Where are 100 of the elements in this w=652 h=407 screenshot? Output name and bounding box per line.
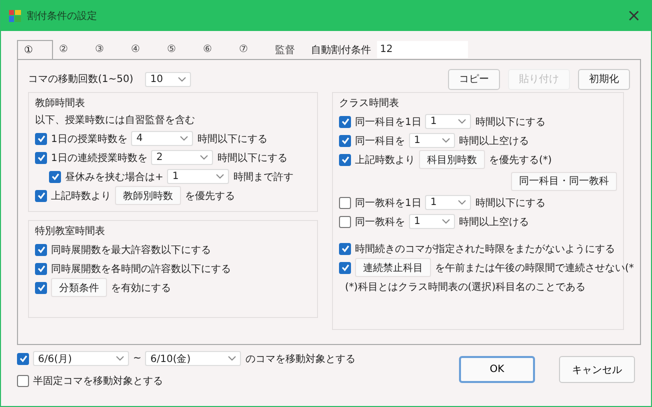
edit-button[interactable]: 初期化 — [578, 68, 630, 90]
option-label: 時間以下にする — [475, 116, 546, 128]
checkbox[interactable] — [339, 196, 351, 208]
option-label: 半固定コマを移動対象とする — [33, 374, 163, 388]
check-icon — [340, 136, 350, 145]
check-icon — [36, 283, 46, 292]
chevron-down-icon — [458, 119, 466, 124]
chevron-down-icon — [228, 356, 236, 361]
option-label: 昼休みを挟む場合は+ — [65, 170, 164, 184]
field-label: コマの移動回数(1~50) — [28, 73, 134, 86]
option-label: 時間まで許す — [233, 170, 294, 184]
dropdown[interactable]: 1 — [425, 195, 472, 210]
chevron-down-icon — [216, 174, 224, 179]
option-label: 上記時数より — [51, 190, 111, 202]
check-icon — [36, 264, 46, 273]
option-label: 同一科目を — [355, 134, 405, 148]
setting-button[interactable]: 同一科目・同一教科 — [511, 172, 617, 190]
chevron-down-icon — [458, 200, 466, 205]
option-label: を午前または午後の時限間で連続させない(* — [435, 262, 634, 274]
option-label: 1日の連続授業時数を — [51, 152, 148, 164]
check-icon — [340, 263, 350, 272]
checkbox[interactable] — [17, 374, 29, 386]
tab[interactable]: ② — [53, 40, 89, 59]
checkbox[interactable] — [339, 116, 351, 128]
dropdown[interactable]: 4 — [131, 131, 194, 146]
checkbox[interactable] — [339, 216, 351, 228]
setting-button[interactable]: 分類条件 — [51, 278, 107, 297]
field-label: 自動割付条件 — [311, 44, 371, 56]
checkbox[interactable] — [35, 262, 47, 274]
chevron-down-icon — [178, 76, 186, 82]
option-label: 1日の授業時数を — [51, 132, 128, 146]
check-icon — [340, 244, 350, 253]
tab[interactable]: ⑥ — [197, 40, 233, 59]
option-label: 同一教科を1日 — [355, 196, 422, 210]
setting-button[interactable]: 教師別時数 — [115, 186, 181, 205]
check-icon — [36, 134, 46, 143]
option-label: 時間以上空ける — [459, 216, 529, 228]
checkbox[interactable] — [35, 132, 47, 144]
check-icon — [340, 117, 350, 126]
checkbox[interactable] — [35, 282, 47, 294]
checkbox[interactable] — [339, 134, 351, 146]
tab[interactable]: ⑦ — [233, 40, 269, 59]
checkbox[interactable] — [339, 242, 351, 254]
cancel-button[interactable]: キャンセル — [559, 356, 635, 383]
option-label: 時間続きのコマが指定された時限をまたがないようにする — [355, 242, 615, 256]
tab[interactable]: ① — [17, 40, 53, 59]
checkbox[interactable] — [35, 190, 47, 202]
group-note: 以下、授業時数には自習監督を含む — [35, 114, 196, 128]
check-icon — [50, 172, 60, 181]
option-label: 時間以下にする — [475, 196, 546, 210]
chevron-down-icon — [200, 155, 208, 160]
group-title: 特別教室時間表 — [35, 224, 106, 239]
dropdown[interactable]: 6/10(金) — [145, 351, 242, 366]
dropdown[interactable]: 6/6(月) — [33, 351, 129, 366]
checkbox[interactable] — [339, 262, 351, 274]
checkbox[interactable] — [17, 352, 29, 364]
option-label: 同時展開数を最大許容数以下にする — [51, 244, 211, 256]
dropdown[interactable]: 1 — [409, 214, 455, 229]
dropdown[interactable]: 2 — [151, 150, 214, 165]
check-icon — [36, 245, 46, 254]
dropdown[interactable]: 1 — [409, 133, 455, 148]
group-title: 教師時間表 — [35, 96, 86, 111]
value-field[interactable]: 12 — [377, 41, 468, 58]
check-icon — [36, 153, 46, 162]
checkbox[interactable] — [35, 244, 47, 256]
chevron-down-icon — [442, 219, 450, 224]
option-label: 同時展開数を各時間の許容数以下にする — [51, 262, 231, 276]
dropdown[interactable]: 1 — [167, 169, 230, 184]
option-label: 同一教科を — [355, 216, 405, 228]
setting-button[interactable]: 科目別時数 — [419, 150, 485, 169]
option-label: のコマを移動対象とする — [245, 352, 356, 366]
group-title: クラス時間表 — [339, 96, 400, 111]
tab[interactable]: ③ — [89, 40, 125, 59]
footnote: (*)科目とはクラス時間表の(選択)科目名のことである — [344, 280, 587, 295]
setting-button[interactable]: 連続禁止科目 — [355, 258, 431, 277]
checkbox[interactable] — [339, 154, 351, 166]
close-button[interactable]: × — [624, 6, 643, 26]
edit-button[interactable]: コピー — [448, 68, 500, 90]
app-icon — [9, 10, 21, 22]
option-label: 時間以上空ける — [459, 134, 529, 148]
option-label: 時間以下にする — [197, 132, 268, 146]
tab[interactable]: 監督 — [269, 40, 305, 59]
option-label: 同一科目を1日 — [355, 116, 422, 128]
dropdown[interactable]: 10 — [145, 72, 192, 86]
check-icon — [340, 155, 350, 164]
option-label: 時間以下にする — [217, 152, 288, 164]
tab[interactable]: ④ — [125, 40, 161, 59]
ok-button[interactable]: OK — [459, 356, 535, 383]
option-label: を優先する(*) — [489, 154, 552, 166]
window-title: 割付条件の設定 — [27, 10, 98, 22]
chevron-down-icon — [180, 136, 188, 141]
chevron-down-icon — [442, 138, 450, 143]
check-icon — [18, 354, 28, 363]
dropdown[interactable]: 1 — [425, 114, 472, 129]
tab[interactable]: ⑤ — [161, 40, 197, 59]
checkbox[interactable] — [35, 152, 47, 164]
checkbox[interactable] — [49, 170, 61, 182]
check-icon — [36, 191, 46, 200]
chevron-down-icon — [116, 356, 124, 361]
range-separator: ~ — [133, 353, 142, 364]
